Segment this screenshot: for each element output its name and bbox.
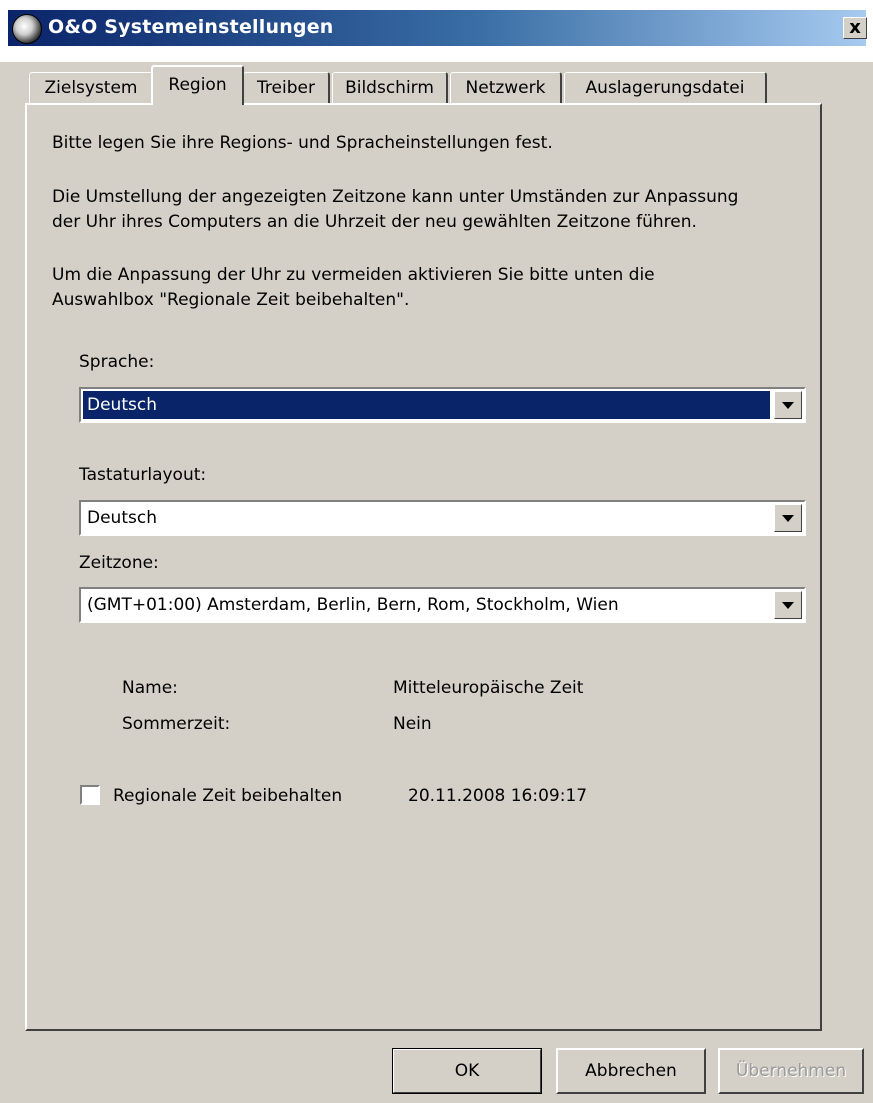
language-dropdown[interactable]: Deutsch xyxy=(79,387,806,423)
timezone-info-text: Die Umstellung der angezeigten Zeitzone … xyxy=(52,185,822,235)
language-value: Deutsch xyxy=(83,391,770,419)
chevron-down-icon[interactable] xyxy=(774,391,802,419)
tz-name-value: Mitteleuropäische Zeit xyxy=(393,678,584,698)
timezone-value: (GMT+01:00) Amsterdam, Berlin, Bern, Rom… xyxy=(87,595,619,615)
window-title: O&O Systemeinstellungen xyxy=(48,16,334,38)
keyboard-layout-dropdown[interactable]: Deutsch xyxy=(79,500,806,536)
tz-name-label: Name: xyxy=(122,678,178,698)
cancel-button[interactable]: Abbrechen xyxy=(556,1048,706,1094)
keep-time-info-text: Um die Anpassung der Uhr zu vermeiden ak… xyxy=(52,263,822,313)
dst-label: Sommerzeit: xyxy=(122,714,231,734)
keep-regional-time-checkbox[interactable] xyxy=(80,785,100,805)
apply-button[interactable]: Übernehmen xyxy=(718,1048,864,1094)
keep-time-info-line-1: Um die Anpassung der Uhr zu vermeiden ak… xyxy=(52,265,655,285)
timezone-dropdown[interactable]: (GMT+01:00) Amsterdam, Berlin, Bern, Rom… xyxy=(79,587,806,623)
keep-regional-time-label[interactable]: Regionale Zeit beibehalten xyxy=(113,786,342,806)
tab-bildschirm[interactable]: Bildschirm xyxy=(332,72,448,103)
app-icon xyxy=(12,14,42,44)
close-button[interactable]: x xyxy=(843,17,867,39)
intro-text: Bitte legen Sie ihre Regions- und Sprach… xyxy=(52,133,553,153)
keep-time-info-line-2: Auswahlbox "Regionale Zeit beibehalten". xyxy=(52,290,410,310)
chevron-down-icon[interactable] xyxy=(774,504,802,532)
title-bar-area: O&O Systemeinstellungen x xyxy=(0,0,873,62)
keyboard-layout-value: Deutsch xyxy=(87,508,157,528)
ok-button[interactable]: OK xyxy=(392,1048,542,1094)
tab-treiber[interactable]: Treiber xyxy=(243,72,330,103)
timezone-label: Zeitzone: xyxy=(79,553,159,573)
tab-netzwerk[interactable]: Netzwerk xyxy=(450,72,562,103)
chevron-down-icon[interactable] xyxy=(774,591,802,619)
timezone-info-line-2: der Uhr ihres Computers an die Uhrzeit d… xyxy=(52,212,697,232)
dst-value: Nein xyxy=(393,714,432,734)
tab-auslagerungsdatei[interactable]: Auslagerungsdatei xyxy=(564,72,767,103)
language-label: Sprache: xyxy=(79,352,155,372)
timezone-info-line-1: Die Umstellung der angezeigten Zeitzone … xyxy=(52,187,739,207)
current-datetime: 20.11.2008 16:09:17 xyxy=(408,786,588,806)
keyboard-label: Tastaturlayout: xyxy=(79,465,207,485)
tab-zielsystem[interactable]: Zielsystem xyxy=(29,72,154,103)
tab-region[interactable]: Region xyxy=(151,65,244,105)
